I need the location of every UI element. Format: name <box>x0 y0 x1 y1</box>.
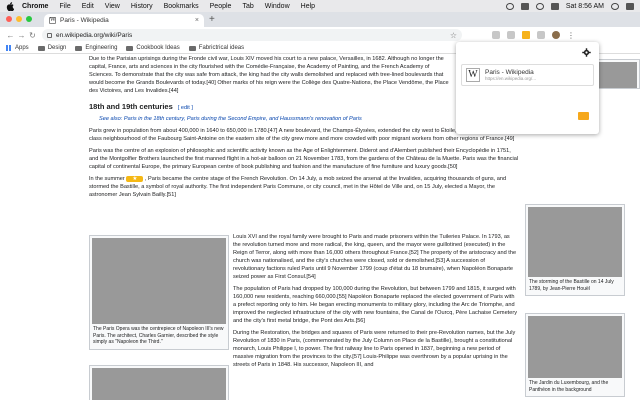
tab-strip: W Paris - Wikipedia × + <box>0 12 640 27</box>
folder-icon[interactable] <box>578 112 589 120</box>
address-url[interactable]: en.wikipedia.org/wiki/Paris <box>56 32 132 39</box>
thumb-paris-opera: The Paris Opera was the centrepiece of N… <box>89 235 229 350</box>
forward-button[interactable]: → <box>16 31 27 40</box>
wikipedia-logo-icon: W <box>466 68 480 82</box>
window-controls <box>6 16 32 22</box>
paragraph-revolution: In the summer ★ , Paris became the centr… <box>89 175 519 199</box>
menu-help[interactable]: Help <box>301 3 315 10</box>
caption-paris-opera: The Paris Opera was the centrepiece of N… <box>93 326 224 345</box>
lock-icon[interactable] <box>47 32 52 38</box>
saved-page-title: Paris - Wikipedia <box>485 69 534 76</box>
menu-bookmarks[interactable]: Bookmarks <box>164 3 199 10</box>
folder-icon <box>37 45 45 51</box>
chrome-menu-icon[interactable]: ⋮ <box>567 31 575 40</box>
paris-opera-image[interactable] <box>92 238 226 324</box>
paragraph-enlightenment: Paris was the centre of an explosion of … <box>89 148 519 170</box>
back-button[interactable]: ← <box>5 31 16 40</box>
bookmark-apps[interactable]: Apps <box>6 45 29 51</box>
bookmark-star-icon[interactable]: ☆ <box>450 31 457 40</box>
saved-page-text: Paris - Wikipedia https://en.wikipedia.o… <box>485 69 536 81</box>
bookmark-label: Engineering <box>85 45 118 51</box>
notification-center-icon[interactable] <box>626 2 634 10</box>
folder-icon <box>75 45 83 51</box>
wikipedia-favicon-icon: W <box>49 17 56 24</box>
storming-bastille-image[interactable] <box>528 207 622 277</box>
menu-chrome[interactable]: Chrome <box>22 3 48 10</box>
article-body-lower: Louis XVI and the royal family were brou… <box>233 233 518 373</box>
paragraph-versailles: Due to the Parisian uprisings during the… <box>89 56 449 94</box>
saved-page-card[interactable]: W Paris - Wikipedia https://en.wikipedia… <box>461 64 594 86</box>
thumb-storming-bastille: The storming of the Bastille on 14 July … <box>525 204 625 296</box>
thumb-luxembourg: The Jardin du Luxembourg, and the Panthé… <box>525 313 625 397</box>
bookmark-fabrictrical-ideas[interactable]: Fabrictrical ideas <box>188 45 245 51</box>
tab-paris-wikipedia[interactable]: W Paris - Wikipedia × <box>44 14 204 27</box>
close-window-button[interactable] <box>6 16 12 22</box>
section-edit-link[interactable]: [ edit ] <box>178 105 193 111</box>
paragraph-restoration: During the Restoration, the bridges and … <box>233 330 516 368</box>
apple-icon[interactable] <box>6 1 14 11</box>
gear-icon[interactable] <box>582 48 591 57</box>
hatnote-see-also[interactable]: See also: Paris in the 18th century, Par… <box>89 115 519 123</box>
menu-view[interactable]: View <box>105 3 120 10</box>
bookmark-label: Cookbook Ideas <box>136 45 180 51</box>
paragraph-population: Paris grew in population from about 400,… <box>89 128 515 142</box>
search-icon[interactable] <box>611 2 619 10</box>
wifi-icon[interactable] <box>535 2 544 10</box>
section-heading: 18th and 19th centuries [ edit ] <box>89 103 519 112</box>
bookmark-label: Apps <box>15 45 29 51</box>
folder-extension-icon[interactable] <box>522 31 530 39</box>
article-body: Due to the Parisian uprisings during the… <box>89 55 519 203</box>
folder-icon <box>126 45 134 51</box>
menu-edit[interactable]: Edit <box>82 3 94 10</box>
menu-history[interactable]: History <box>131 3 153 10</box>
text-segment: , Paris became the centre stage of the F… <box>89 176 507 198</box>
dropbox-icon[interactable] <box>505 2 514 10</box>
profile-avatar[interactable] <box>552 31 560 39</box>
tab-close-icon[interactable]: × <box>195 17 199 24</box>
thumb-top-right <box>596 59 640 89</box>
extension-icon[interactable] <box>492 31 500 39</box>
battery-icon[interactable] <box>550 2 559 10</box>
tab-title: Paris - Wikipedia <box>60 17 109 24</box>
bookmark-cookbook-ideas[interactable]: Cookbook Ideas <box>126 45 180 51</box>
text-segment: In the summer <box>89 176 125 182</box>
menubar-clock[interactable]: Sat 8:56 AM <box>566 3 604 10</box>
bookmark-label: Fabrictrical ideas <box>198 45 245 51</box>
top-right-image[interactable] <box>599 62 637 88</box>
new-tab-button[interactable]: + <box>209 14 215 25</box>
zoom-window-button[interactable] <box>26 16 32 22</box>
highlight-marker[interactable]: ★ <box>126 176 144 182</box>
bookmark-label: Design <box>47 45 67 51</box>
luxembourg-image[interactable] <box>528 316 622 378</box>
apps-grid-icon <box>6 45 12 51</box>
paragraph-louis-xvi: Louis XVI and the royal family were brou… <box>233 234 517 280</box>
bookmark-engineering[interactable]: Engineering <box>75 45 117 51</box>
bluetooth-icon[interactable] <box>520 2 529 10</box>
minimize-window-button[interactable] <box>16 16 22 22</box>
browser-toolbar: ← → ↻ en.wikipedia.org/wiki/Paris ☆ ⋮ <box>0 27 640 43</box>
address-bar[interactable]: en.wikipedia.org/wiki/Paris ☆ <box>42 29 462 41</box>
reload-button[interactable]: ↻ <box>27 31 38 40</box>
menu-people[interactable]: People <box>210 3 232 10</box>
extension-icon-3[interactable] <box>537 31 545 39</box>
thumb-interior <box>89 365 229 400</box>
caption-storming-bastille: The storming of the Bastille on 14 July … <box>529 279 614 292</box>
folder-icon <box>188 45 196 51</box>
extension-icon-2[interactable] <box>507 31 515 39</box>
menu-window[interactable]: Window <box>265 3 290 10</box>
extension-popup: W Paris - Wikipedia https://en.wikipedia… <box>456 42 599 134</box>
bookmark-design[interactable]: Design <box>37 45 67 51</box>
caption-luxembourg: The Jardin du Luxembourg, and the Panthé… <box>529 380 609 393</box>
paragraph-napoleon: The population of Paris had dropped by 1… <box>233 286 518 324</box>
menu-file[interactable]: File <box>59 3 70 10</box>
extension-icons: ⋮ <box>492 31 575 40</box>
opera-interior-image[interactable] <box>92 368 226 400</box>
mac-menubar: Chrome File Edit View History Bookmarks … <box>0 0 640 12</box>
menu-tab[interactable]: Tab <box>242 3 253 10</box>
menubar-tray: Sat 8:56 AM <box>505 2 634 10</box>
saved-page-url: https://en.wikipedia.org/... <box>485 76 537 81</box>
section-title: 18th and 19th centuries <box>89 102 173 111</box>
